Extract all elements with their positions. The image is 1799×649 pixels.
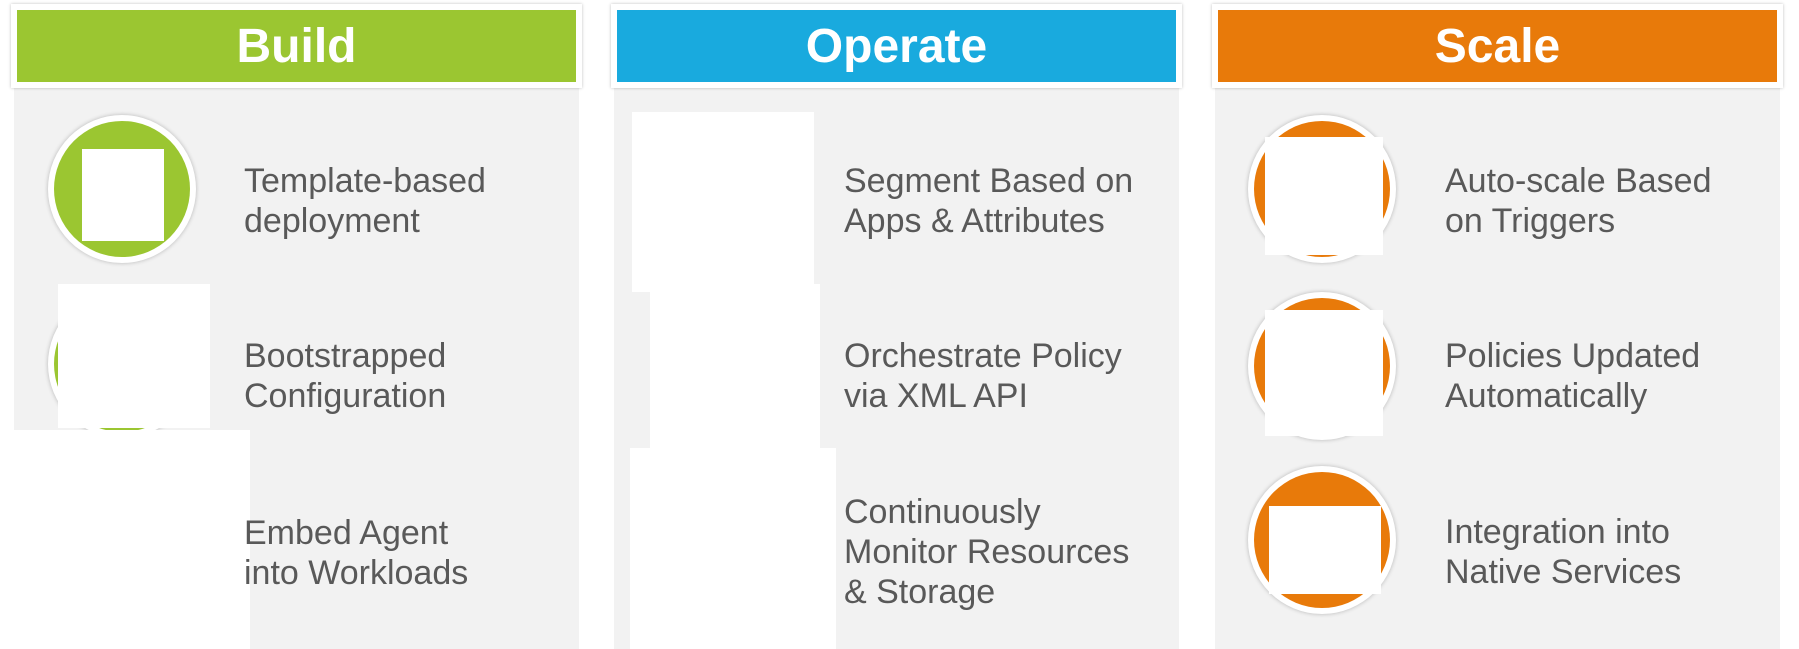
integration-icon-circle	[1248, 466, 1396, 614]
scale-item-3-label: Integration into Native Services	[1445, 513, 1682, 591]
build-header: Build	[11, 4, 582, 88]
build-item-2-label: Bootstrapped Configuration	[244, 337, 447, 415]
scale-item-1-label: Auto-scale Based on Triggers	[1445, 162, 1712, 240]
build-item-3: Embed Agent into Workloads	[4, 430, 589, 649]
monitor-icon	[630, 448, 836, 649]
bootstrap-icon	[58, 284, 210, 428]
scale-item-2-label: Policies Updated Automatically	[1445, 337, 1701, 415]
autoscale-icon-circle	[1248, 115, 1396, 263]
orchestrate-icon	[650, 284, 820, 448]
autoscale-icon	[1265, 137, 1383, 255]
scale-item-1: Auto-scale Based on Triggers	[1205, 115, 1790, 285]
agent-icon	[14, 430, 250, 649]
policy-update-icon-circle	[1248, 292, 1396, 440]
operate-item-2-label: Orchestrate Policy via XML API	[844, 337, 1122, 415]
policy-update-icon	[1265, 310, 1383, 436]
operate-title: Operate	[617, 10, 1176, 82]
operate-item-3: Continuously Monitor Resources & Storage	[604, 448, 1189, 649]
build-item-1-label: Template-based deployment	[244, 162, 486, 240]
integration-icon	[1269, 506, 1381, 594]
template-icon	[82, 149, 164, 241]
scale-title: Scale	[1218, 10, 1777, 82]
operate-item-3-label: Continuously Monitor Resources & Storage	[844, 493, 1130, 611]
operate-header: Operate	[611, 4, 1182, 88]
build-item-1: Template-based deployment	[4, 115, 589, 285]
operate-item-1: Segment Based on Apps & Attributes	[604, 112, 1189, 292]
build-title: Build	[17, 10, 576, 82]
build-item-3-label: Embed Agent into Workloads	[244, 514, 469, 592]
scale-column: Scale Auto-scale Based on Triggers Polici…	[1205, 0, 1790, 649]
operate-item-2: Orchestrate Policy via XML API	[604, 284, 1189, 454]
build-column: Build Template-based deployment Bootstrap…	[4, 0, 589, 649]
scale-header: Scale	[1212, 4, 1783, 88]
operate-item-1-label: Segment Based on Apps & Attributes	[844, 162, 1134, 240]
operate-column: Operate Segment Based on Apps & Attribute…	[604, 0, 1189, 649]
scale-item-3: Integration into Native Services	[1205, 466, 1790, 636]
segment-icon	[632, 112, 814, 292]
template-icon-circle	[48, 115, 196, 263]
scale-item-2: Policies Updated Automatically	[1205, 292, 1790, 462]
